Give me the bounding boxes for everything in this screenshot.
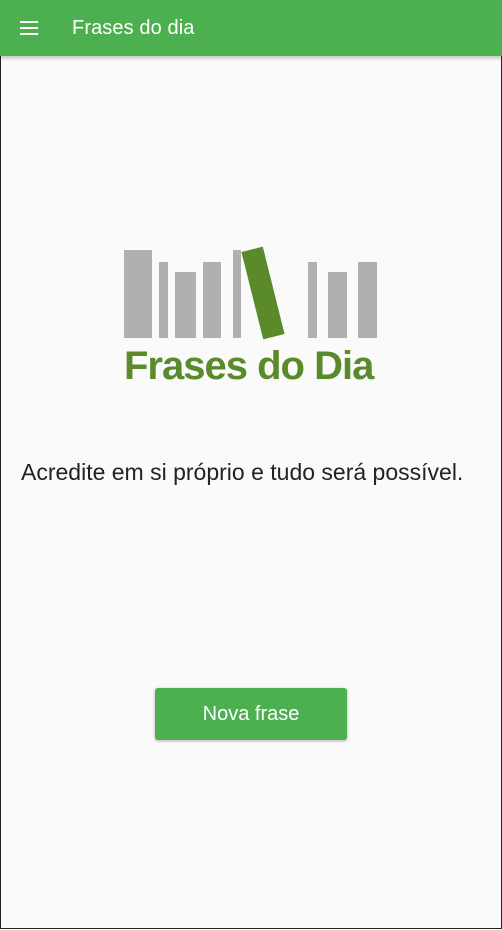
quote-text: Acredite em si próprio e tudo será possí… [21, 459, 464, 485]
hamburger-menu-icon[interactable] [16, 16, 42, 40]
books-logo-graphic [124, 246, 377, 340]
logo: Frases do Dia [118, 244, 382, 394]
app-title: Frases do dia [72, 17, 195, 39]
app-bar: Frases do dia [0, 0, 502, 56]
logo-wordmark: Frases do Dia [124, 344, 374, 388]
new-quote-button[interactable]: Nova frase [155, 688, 347, 740]
